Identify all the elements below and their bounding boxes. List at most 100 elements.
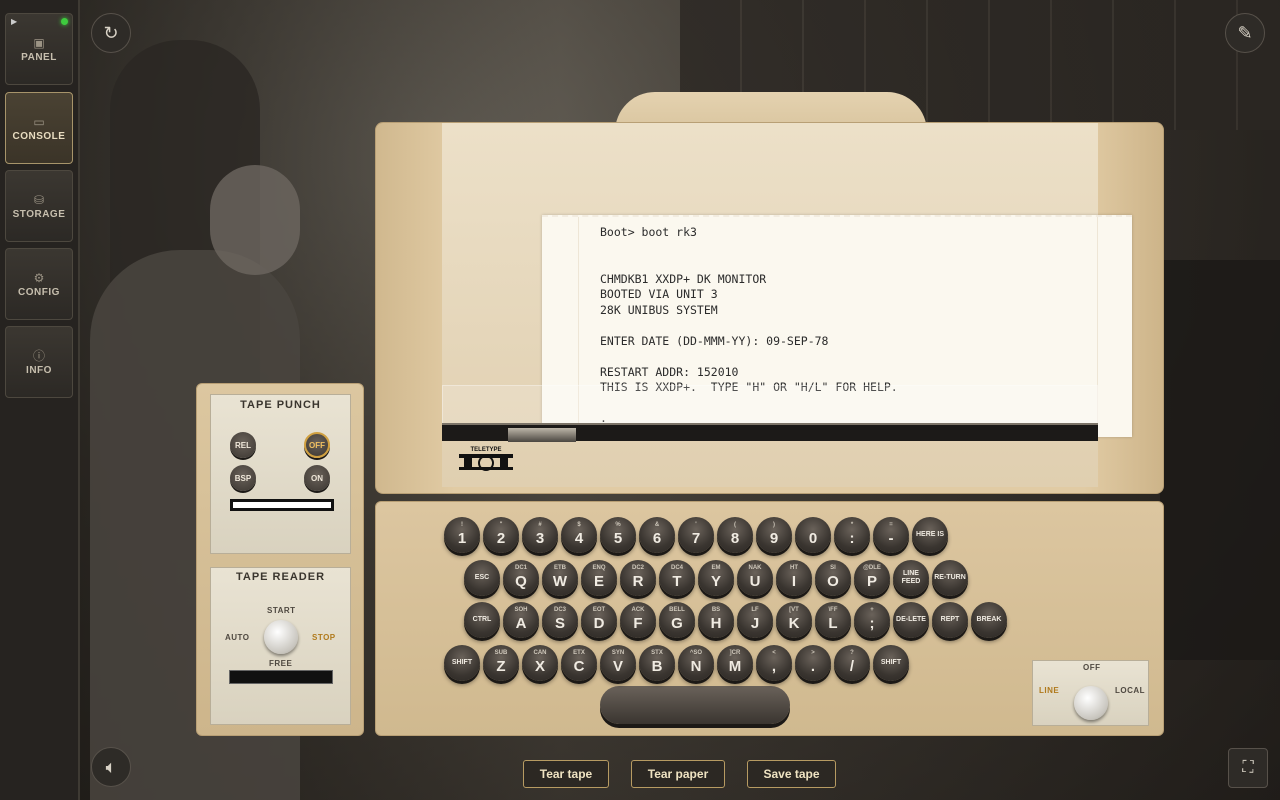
key-g[interactable]: BELL G — [659, 602, 695, 638]
reader-knob[interactable] — [264, 620, 298, 654]
key-ctrl[interactable]: CTRL — [464, 602, 500, 638]
punch-bsp-button[interactable]: BSP — [230, 465, 256, 491]
sidebar-item-config[interactable]: ⚙ CONFIG — [5, 248, 73, 320]
key-r[interactable]: DC2 R — [620, 560, 656, 596]
key-4[interactable]: $4 — [561, 517, 597, 553]
key-j[interactable]: LF J — [737, 602, 773, 638]
key-sub-label: SUB — [494, 650, 508, 656]
key-x[interactable]: CAN X — [522, 645, 558, 681]
key-q[interactable]: DC1 Q — [503, 560, 539, 596]
key-c[interactable]: ETX C — [561, 645, 597, 681]
key--[interactable]: = - — [873, 517, 909, 553]
key-de-lete[interactable]: DE-LETE — [893, 602, 929, 638]
key-n[interactable]: ^SO N — [678, 645, 714, 681]
key-w[interactable]: ETB W — [542, 560, 578, 596]
key--[interactable]: >. — [795, 645, 831, 681]
tear-tape-button[interactable]: Tear tape — [523, 760, 609, 788]
sidebar-item-info[interactable]: ⓘ INFO — [5, 326, 73, 398]
key-label: S — [554, 615, 565, 632]
key-6[interactable]: & 6 — [639, 517, 675, 553]
key-sub-label: DC3 — [553, 607, 566, 613]
key-l[interactable]: \FF L — [815, 602, 851, 638]
punch-rel-button[interactable]: REL — [230, 432, 256, 458]
fullscreen-button[interactable]: ⛶ — [1228, 748, 1268, 788]
mode-line-label: LINE — [1039, 686, 1060, 695]
key-sub-label: HT — [790, 565, 798, 571]
magic-button[interactable]: ✎ — [1225, 13, 1265, 53]
punch-off-button[interactable]: OFF — [304, 432, 330, 458]
punch-on-button[interactable]: ON — [304, 465, 330, 491]
key-i[interactable]: HT I — [776, 560, 812, 596]
key-sub-label: EOT — [592, 607, 606, 613]
space-bar[interactable] — [600, 686, 790, 724]
key-k[interactable]: [VT K — [776, 602, 812, 638]
key-here-is[interactable]: HERE IS — [912, 517, 948, 553]
sidebar-item-label: PANEL — [21, 51, 57, 63]
key-m[interactable]: ]CR M — [717, 645, 753, 681]
sidebar-item-console[interactable]: ▭ CONSOLE — [5, 92, 73, 164]
key--[interactable]: ? / — [834, 645, 870, 681]
key-3[interactable]: #3 — [522, 517, 558, 553]
key-e[interactable]: ENQ E — [581, 560, 617, 596]
key-label: A — [515, 615, 527, 632]
key-label: ; — [869, 615, 875, 632]
key-z[interactable]: SUB Z — [483, 645, 519, 681]
key-label: REPT — [940, 616, 960, 623]
mode-knob[interactable] — [1074, 686, 1108, 720]
key-v[interactable]: SYN V — [600, 645, 636, 681]
sidebar-item-panel[interactable]: ▶ ▣ PANEL — [5, 13, 73, 85]
key-label: 6 — [652, 530, 662, 547]
key-line-feed[interactable]: LINE FEED — [893, 560, 929, 596]
key-sub-label: ' — [695, 522, 697, 528]
key-p[interactable]: @DLE P — [854, 560, 890, 596]
key-sub-label: LF — [751, 607, 759, 613]
key-label: Z — [496, 658, 506, 675]
sidebar-item-storage[interactable]: ⛁ STORAGE — [5, 170, 73, 242]
key-8[interactable]: (8 — [717, 517, 753, 553]
printer-window: Boot> boot rk3 CHMDKB1 XXDP+ DK MONITOR … — [442, 123, 1132, 487]
key-shift[interactable]: SHIFT — [444, 645, 480, 681]
key-t[interactable]: DC4 T — [659, 560, 695, 596]
save-tape-button[interactable]: Save tape — [747, 760, 836, 788]
sound-button[interactable]: 🔈︎ — [91, 747, 131, 787]
key-sub-label: SYN — [611, 650, 625, 656]
key-label: : — [849, 530, 855, 547]
key-sub-label: BS — [711, 607, 721, 613]
key-1[interactable]: ! 1 — [444, 517, 480, 553]
key-y[interactable]: EM Y — [698, 560, 734, 596]
key-sub-label: EM — [711, 565, 721, 571]
key-sub-label: + — [870, 607, 874, 613]
key-shift[interactable]: SHIFT — [873, 645, 909, 681]
key-label: HERE IS — [915, 531, 944, 538]
key-esc[interactable]: ESC — [464, 560, 500, 596]
key-b[interactable]: STX B — [639, 645, 675, 681]
key-label: RE-TURN — [934, 574, 966, 581]
key-5[interactable]: % 5 — [600, 517, 636, 553]
key-2[interactable]: " 2 — [483, 517, 519, 553]
reader-tape-slot — [229, 670, 333, 684]
key-rept[interactable]: REPT — [932, 602, 968, 638]
key-0[interactable]: 0 — [795, 517, 831, 553]
tape-punch-panel: TAPE PUNCH REL OFF BSP ON — [210, 394, 351, 554]
key-u[interactable]: NAK U — [737, 560, 773, 596]
key-7[interactable]: ' 7 — [678, 517, 714, 553]
key-sub-label: SOH — [514, 607, 528, 613]
sidebar-item-label: CONSOLE — [12, 130, 66, 142]
key-d[interactable]: EOT D — [581, 602, 617, 638]
key-label: V — [612, 658, 623, 675]
key-break[interactable]: BREAK — [971, 602, 1007, 638]
key-a[interactable]: SOH A — [503, 602, 539, 638]
reset-button[interactable]: ↻ — [91, 13, 131, 53]
key--[interactable]: *: — [834, 517, 870, 553]
key-f[interactable]: ACK F — [620, 602, 656, 638]
key--[interactable]: <, — [756, 645, 792, 681]
key-9[interactable]: ) 9 — [756, 517, 792, 553]
key--[interactable]: +; — [854, 602, 890, 638]
gear-icon: ⚙ — [33, 270, 45, 285]
key-s[interactable]: DC3 S — [542, 602, 578, 638]
key-o[interactable]: SI O — [815, 560, 851, 596]
key-label: SHIFT — [880, 659, 902, 666]
tear-paper-button[interactable]: Tear paper — [631, 760, 725, 788]
key-re-turn[interactable]: RE-TURN — [932, 560, 968, 596]
key-h[interactable]: BS H — [698, 602, 734, 638]
